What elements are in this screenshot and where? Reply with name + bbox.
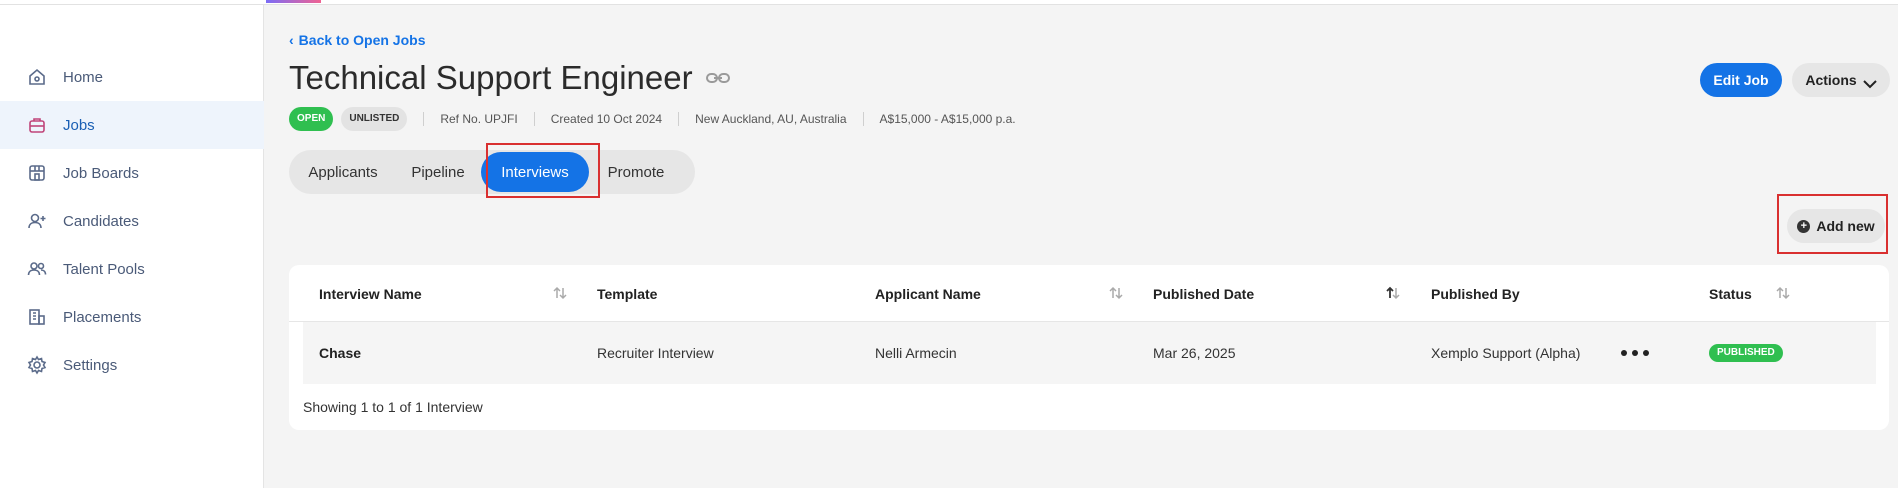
sidebar-item-label: Talent Pools [63, 260, 145, 278]
sidebar-nav: Home Jobs Job Boards Candidates Talent P… [0, 53, 264, 389]
sidebar-item-label: Home [63, 68, 104, 86]
sidebar-item-placements[interactable]: Placements [0, 293, 264, 341]
job-salary: A$15,000 - A$15,000 p.a. [879, 112, 1016, 126]
sidebar-item-candidates[interactable]: Candidates [0, 197, 264, 245]
cell-applicant-name: Nelli Armecin [875, 345, 957, 361]
dot [1643, 350, 1649, 356]
add-new-label: Add new [1816, 218, 1875, 234]
divider [862, 112, 864, 126]
status-badge-open: OPEN [289, 107, 334, 131]
add-new-button[interactable]: + Add new [1787, 209, 1885, 243]
progress-accent [266, 0, 321, 3]
divider [423, 112, 425, 126]
dot [1621, 350, 1627, 356]
cell-interview-name[interactable]: Chase [319, 322, 361, 384]
cell-published-date: Mar 26, 2025 [1153, 345, 1236, 361]
title-row: Technical Support Engineer [289, 59, 731, 97]
cell-template: Recruiter Interview [597, 345, 714, 361]
sidebar-item-label: Jobs [63, 116, 95, 134]
table-row[interactable]: Chase Recruiter Interview Nelli Armecin … [303, 322, 1876, 384]
status-badge-unlisted: UNLISTED [341, 107, 408, 131]
tab-promote[interactable]: Promote [589, 150, 683, 194]
column-header-status[interactable]: Status [1709, 265, 1752, 322]
job-meta: OPEN UNLISTED Ref No. UPJFI Created 10 O… [289, 107, 1016, 131]
sort-icon[interactable] [1109, 285, 1123, 301]
gear-icon [26, 354, 48, 376]
pagination-summary: Showing 1 to 1 of 1 Interview [303, 399, 483, 415]
actions-button[interactable]: Actions [1792, 63, 1890, 97]
created-date: Created 10 Oct 2024 [550, 112, 663, 126]
more-options-icon[interactable] [1621, 343, 1649, 363]
chevron-left-icon: ‹ [289, 32, 294, 48]
ref-number: Ref No. UPJFI [440, 112, 518, 126]
divider [533, 112, 535, 126]
sort-icon[interactable] [1776, 285, 1790, 301]
chevron-down-icon [1862, 76, 1877, 88]
tab-pipeline[interactable]: Pipeline [397, 150, 479, 194]
users-icon [26, 258, 48, 280]
edit-job-button[interactable]: Edit Job [1700, 63, 1782, 97]
cell-published-by: Xemplo Support (Alpha) [1431, 345, 1581, 361]
sidebar-item-label: Placements [63, 308, 142, 326]
column-header-published-date[interactable]: Published Date [1153, 265, 1254, 322]
sidebar: Home Jobs Job Boards Candidates Talent P… [0, 5, 264, 488]
dot [1632, 350, 1638, 356]
home-icon [26, 66, 48, 88]
job-tabs: Applicants Pipeline Interviews Promote [289, 150, 695, 194]
page-title: Technical Support Engineer [289, 59, 693, 96]
table-header: Interview Name Template Applicant Name P… [289, 265, 1889, 322]
sidebar-item-job-boards[interactable]: Job Boards [0, 149, 264, 197]
sidebar-item-talent-pools[interactable]: Talent Pools [0, 245, 264, 293]
sidebar-item-label: Candidates [63, 212, 139, 230]
sort-icon[interactable] [553, 285, 567, 301]
job-location: New Auckland, AU, Australia [695, 112, 847, 126]
sidebar-item-label: Settings [63, 356, 118, 374]
column-header-template: Template [597, 285, 658, 302]
interviews-table: Interview Name Template Applicant Name P… [289, 265, 1889, 430]
user-plus-icon [26, 210, 48, 232]
status-badge: PUBLISHED [1709, 344, 1783, 362]
link-icon[interactable] [705, 71, 731, 85]
main-content: ‹ Back to Open Jobs Technical Support En… [265, 5, 1898, 488]
column-header-applicant-name[interactable]: Applicant Name [875, 265, 981, 322]
building-icon [26, 306, 48, 328]
plus-circle-icon: + [1797, 219, 1811, 233]
sidebar-item-jobs[interactable]: Jobs [0, 101, 264, 149]
divider [678, 112, 680, 126]
tab-interviews[interactable]: Interviews [481, 152, 589, 192]
column-header-published-by: Published By [1431, 285, 1520, 302]
cell-status: PUBLISHED [1709, 322, 1783, 384]
column-header-interview-name[interactable]: Interview Name [319, 265, 422, 322]
tab-applicants[interactable]: Applicants [289, 150, 397, 194]
sidebar-item-home[interactable]: Home [0, 53, 264, 101]
back-link-label: Back to Open Jobs [298, 32, 426, 48]
sidebar-item-label: Job Boards [63, 164, 139, 182]
back-link[interactable]: ‹ Back to Open Jobs [289, 32, 425, 48]
storefront-icon [26, 162, 48, 184]
briefcase-icon [26, 114, 48, 136]
sidebar-item-settings[interactable]: Settings [0, 341, 264, 389]
actions-label: Actions [1805, 72, 1857, 88]
sort-ascending-icon[interactable] [1386, 285, 1400, 301]
